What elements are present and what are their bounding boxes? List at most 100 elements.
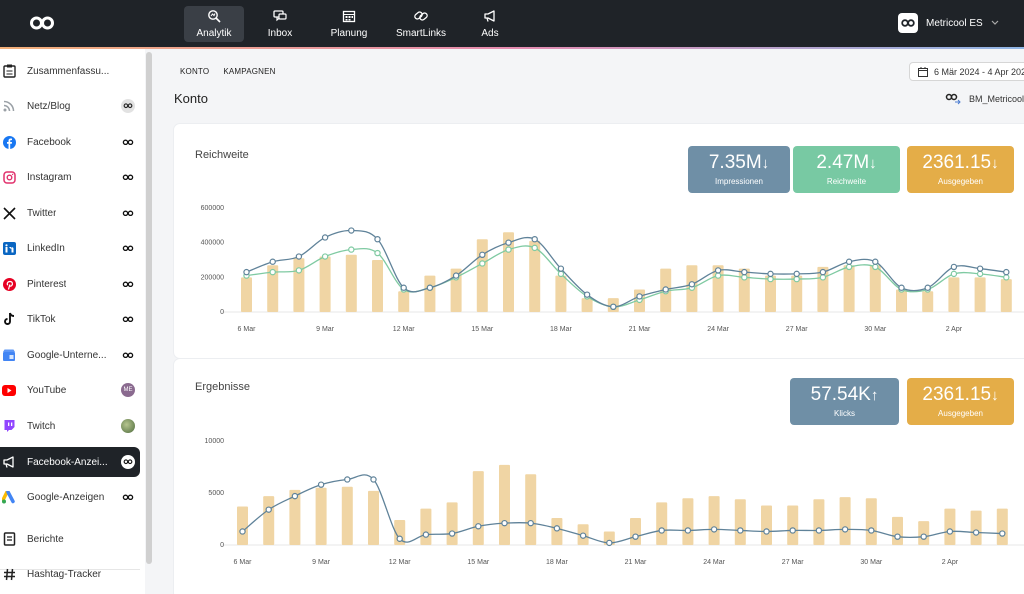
data-point[interactable] — [606, 539, 613, 547]
ad-account-selector[interactable]: BM_Metricool — [945, 92, 1024, 106]
data-point[interactable] — [370, 476, 377, 483]
data-point[interactable] — [819, 274, 827, 281]
bar[interactable] — [529, 240, 541, 312]
data-point[interactable] — [662, 286, 669, 293]
data-point[interactable] — [557, 270, 565, 278]
data-point[interactable] — [422, 531, 430, 538]
sidebar-item-zusammenfassu[interactable]: Zusammenfassu... — [0, 56, 140, 86]
data-point[interactable] — [684, 527, 692, 534]
bar[interactable] — [656, 502, 668, 545]
data-point[interactable] — [767, 270, 774, 278]
bar[interactable] — [237, 506, 248, 545]
data-point[interactable] — [583, 291, 591, 298]
data-point[interactable] — [872, 258, 879, 265]
bar[interactable] — [525, 474, 537, 545]
data-point[interactable] — [767, 275, 774, 283]
data-point[interactable] — [400, 284, 407, 291]
bar[interactable] — [922, 291, 934, 312]
data-point[interactable] — [396, 535, 403, 542]
nav-item-inbox[interactable]: Inbox — [250, 6, 310, 42]
bar[interactable] — [315, 487, 327, 545]
data-point[interactable] — [714, 267, 722, 274]
data-point[interactable] — [1003, 268, 1010, 276]
bar[interactable] — [372, 260, 383, 312]
data-point[interactable] — [374, 249, 381, 257]
data-point[interactable] — [505, 239, 512, 246]
bar[interactable] — [476, 239, 488, 312]
sidebar-item-google-unterne[interactable]: Google-Unterne... — [0, 340, 140, 370]
data-point[interactable] — [479, 260, 486, 267]
data-point[interactable] — [610, 303, 617, 310]
brand-selector[interactable]: Metricool ES — [898, 13, 999, 33]
bar[interactable] — [420, 508, 432, 545]
data-point[interactable] — [553, 525, 561, 532]
data-point[interactable] — [1003, 274, 1010, 281]
data-point[interactable] — [976, 265, 984, 272]
bar[interactable] — [446, 502, 458, 545]
data-point[interactable] — [999, 530, 1006, 537]
nav-item-smartlinks[interactable]: SmartLinks — [388, 6, 454, 42]
sidebar-item-netz-blog[interactable]: Netz/Blog — [0, 91, 140, 121]
data-point[interactable] — [321, 253, 329, 260]
data-point[interactable] — [815, 527, 823, 534]
sidebar-item-instagram[interactable]: Instagram — [0, 162, 140, 192]
bar[interactable] — [319, 256, 331, 312]
data-point[interactable] — [501, 519, 508, 527]
data-point[interactable] — [344, 476, 351, 483]
bar[interactable] — [839, 497, 851, 545]
bar[interactable] — [996, 508, 1008, 545]
bar[interactable] — [948, 277, 960, 312]
bar[interactable] — [970, 510, 982, 545]
data-point[interactable] — [898, 284, 905, 291]
tab-konto[interactable]: KONTO — [180, 67, 209, 76]
bar[interactable] — [865, 498, 877, 545]
data-point[interactable] — [710, 526, 718, 533]
bar[interactable] — [1000, 279, 1012, 312]
data-point[interactable] — [688, 281, 696, 288]
data-point[interactable] — [295, 253, 303, 260]
data-point[interactable] — [531, 244, 538, 252]
data-point[interactable] — [557, 265, 565, 272]
sidebar-item-hashtag-tracker[interactable]: Hashtag-Tracker — [0, 559, 140, 589]
bar[interactable] — [708, 496, 720, 545]
bar[interactable] — [368, 490, 379, 545]
bar[interactable] — [974, 277, 986, 312]
data-point[interactable] — [950, 263, 958, 271]
data-point[interactable] — [950, 270, 958, 278]
sidebar-scrollbar[interactable] — [146, 52, 152, 564]
data-point[interactable] — [763, 528, 770, 535]
bar[interactable] — [263, 496, 275, 545]
bar[interactable] — [345, 254, 357, 312]
data-point[interactable] — [868, 527, 875, 534]
data-point[interactable] — [269, 268, 276, 276]
bar[interactable] — [581, 298, 593, 312]
bar[interactable] — [241, 277, 252, 312]
sidebar-item-berichte[interactable]: Berichte — [0, 524, 140, 554]
data-point[interactable] — [632, 533, 639, 540]
metricool-logo-icon[interactable] — [28, 12, 56, 34]
date-range-picker[interactable]: 6 Mär 2024 - 4 Apr 2024 — [909, 62, 1024, 81]
data-point[interactable] — [741, 268, 748, 276]
bar[interactable] — [424, 275, 436, 312]
data-point[interactable] — [658, 527, 665, 534]
bar[interactable] — [734, 499, 746, 545]
bar[interactable] — [843, 265, 855, 312]
data-point[interactable] — [789, 527, 796, 534]
data-point[interactable] — [793, 275, 800, 283]
bar[interactable] — [944, 508, 956, 545]
data-point[interactable] — [636, 293, 643, 300]
data-point[interactable] — [737, 527, 744, 534]
bar[interactable] — [813, 499, 825, 545]
sidebar-item-twitch[interactable]: Twitch — [0, 411, 140, 441]
data-point[interactable] — [920, 533, 927, 540]
nav-item-planung[interactable]: Planung — [316, 6, 382, 42]
data-point[interactable] — [475, 523, 482, 530]
data-point[interactable] — [348, 227, 355, 234]
sidebar-item-google-anzeigen[interactable]: Google-Anzeigen — [0, 482, 140, 512]
sidebar-item-tiktok[interactable]: TikTok — [0, 304, 140, 334]
bar[interactable] — [761, 505, 772, 545]
sidebar-item-facebook[interactable]: Facebook — [0, 127, 140, 157]
data-point[interactable] — [741, 274, 748, 281]
data-point[interactable] — [321, 234, 329, 241]
tab-kampagnen[interactable]: KAMPAGNEN — [223, 67, 275, 76]
